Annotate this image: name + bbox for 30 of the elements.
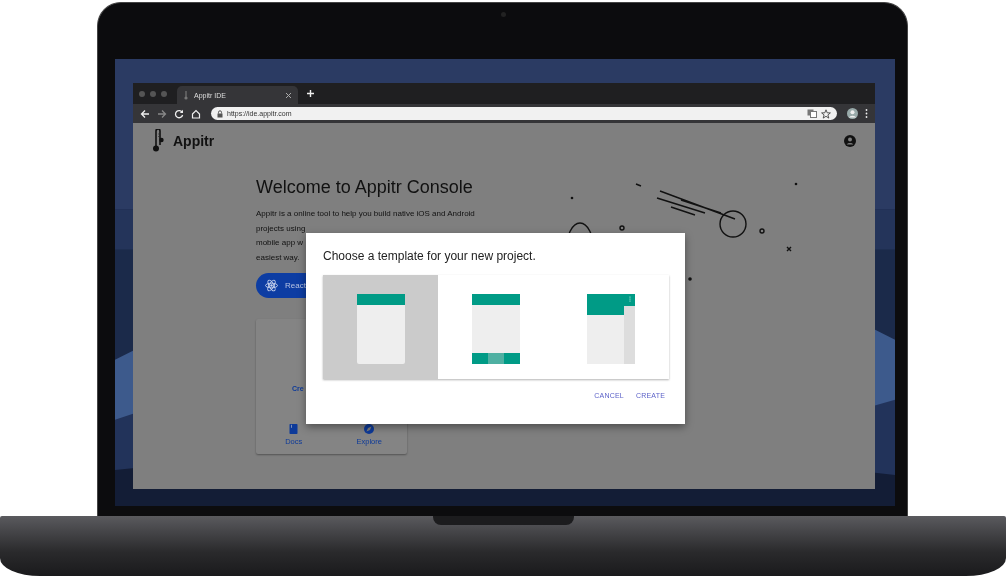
translate-icon[interactable]: [807, 109, 817, 118]
home-icon[interactable]: [191, 108, 201, 119]
plus-icon[interactable]: [306, 89, 315, 98]
account-icon[interactable]: [844, 134, 856, 147]
atom-icon: [265, 279, 278, 292]
description-text: mobile app w: [256, 237, 304, 249]
book-icon: [289, 424, 299, 434]
avatar-icon[interactable]: [847, 108, 858, 119]
close-icon[interactable]: [285, 91, 292, 99]
welcome-heading: Welcome to Appitr Console: [256, 177, 474, 198]
reload-icon[interactable]: [174, 108, 184, 119]
compass-icon: [364, 424, 375, 434]
dialog-title: Choose a template for your new project.: [323, 249, 537, 263]
phone-layout-drawing: [587, 294, 636, 364]
forward-arrow-icon[interactable]: [157, 108, 167, 119]
phone-layout-drawing: [356, 294, 405, 364]
back-arrow-icon[interactable]: [140, 108, 150, 119]
template-option[interactable]: [323, 275, 439, 379]
template-option[interactable]: [553, 275, 669, 379]
description-text: Appitr is a online tool to help you build native iOS and Android: [256, 208, 475, 220]
app-name: Appitr: [173, 132, 215, 149]
description-text: easiest way.: [256, 251, 300, 264]
more-icon[interactable]: [865, 109, 868, 118]
thermometer-icon: [183, 90, 189, 100]
lock-icon: [217, 109, 223, 118]
template-option[interactable]: [438, 275, 554, 379]
description-text: projects using: [256, 222, 306, 235]
phone-layout-drawing: [472, 294, 520, 364]
thermometer-logo-icon: [151, 129, 165, 152]
star-icon[interactable]: [821, 108, 831, 119]
